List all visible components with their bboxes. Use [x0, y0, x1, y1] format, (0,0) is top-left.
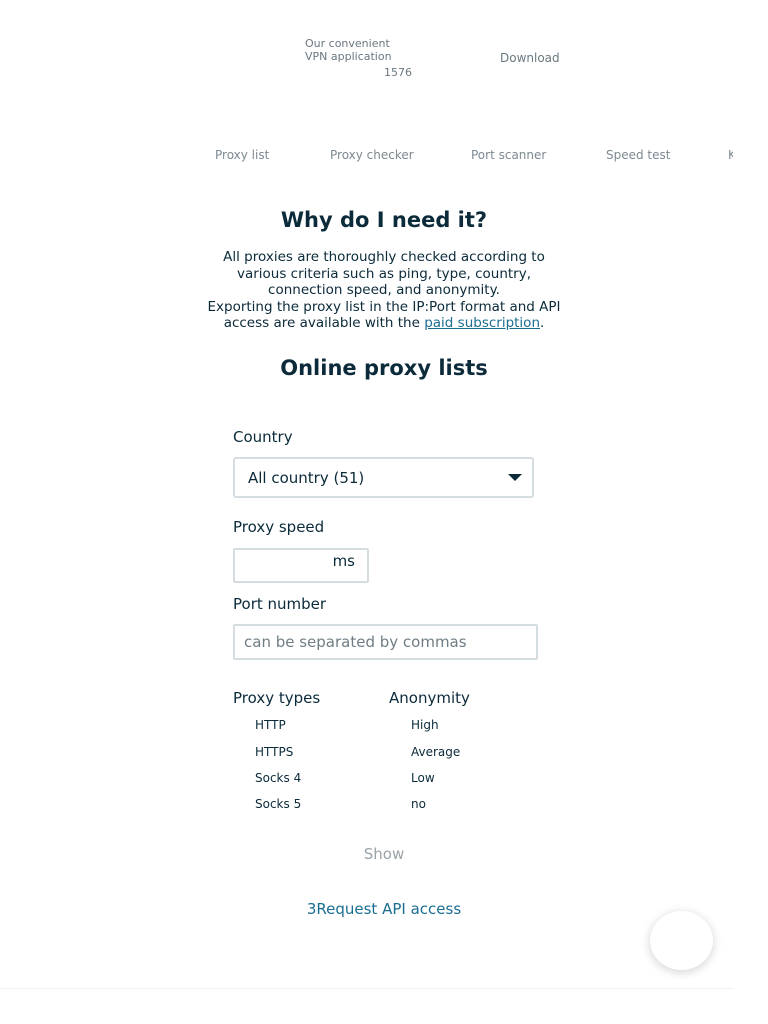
anonymity-option-average[interactable]: Average — [411, 745, 460, 759]
proxy-speed-label: Proxy speed — [233, 518, 325, 536]
type-option-socks4[interactable]: Socks 4 — [255, 771, 301, 785]
vpn-download-count: 1576 — [384, 66, 412, 79]
why-title: Why do I need it? — [280, 208, 488, 232]
page: Our convenient VPN application 1576 Down… — [0, 0, 768, 1024]
anonymity-label: Anonymity — [389, 689, 470, 707]
port-number-input[interactable] — [233, 624, 538, 660]
show-button[interactable]: Show — [0, 845, 768, 863]
country-select[interactable]: All country (51) — [233, 457, 534, 498]
type-option-socks5[interactable]: Socks 5 — [255, 797, 301, 811]
request-api-access-link[interactable]: 3Request API access — [0, 900, 768, 918]
speed-unit-label: ms — [332, 552, 355, 570]
country-label: Country — [233, 428, 293, 446]
nav-item-port-scanner[interactable]: Port scanner — [471, 148, 546, 162]
paid-subscription-link[interactable]: paid subscription — [424, 315, 540, 331]
proxy-speed-input[interactable]: ms — [233, 548, 369, 583]
chat-widget-button[interactable] — [650, 911, 713, 970]
intro-text: All proxies are thoroughly checked accor… — [200, 249, 568, 332]
anonymity-option-low[interactable]: Low — [411, 771, 435, 785]
nav-item-proxy-list[interactable]: Proxy list — [215, 148, 269, 162]
anonymity-option-no[interactable]: no — [411, 797, 426, 811]
port-number-label: Port number — [233, 595, 327, 613]
nav-item-truncated[interactable]: K — [728, 148, 733, 162]
vpn-promo-text[interactable]: Our convenient VPN application — [305, 37, 405, 63]
country-select-value: All country (51) — [248, 469, 365, 487]
nav-item-proxy-checker[interactable]: Proxy checker — [330, 148, 414, 162]
type-option-http[interactable]: HTTP — [255, 718, 286, 732]
anonymity-option-high[interactable]: High — [411, 718, 439, 732]
proxy-types-label: Proxy types — [233, 689, 321, 707]
intro-period: . — [540, 315, 545, 331]
nav-item-speed-test[interactable]: Speed test — [606, 148, 670, 162]
divider — [0, 988, 733, 989]
online-proxy-lists-title: Online proxy lists — [280, 356, 488, 380]
type-option-https[interactable]: HTTPS — [255, 745, 293, 759]
download-button[interactable]: Download — [500, 51, 560, 65]
intro-paragraph-1: All proxies are thoroughly checked accor… — [223, 249, 545, 298]
caret-down-icon — [508, 474, 522, 481]
main-nav: Proxy list Proxy checker Port scanner Sp… — [0, 148, 733, 168]
